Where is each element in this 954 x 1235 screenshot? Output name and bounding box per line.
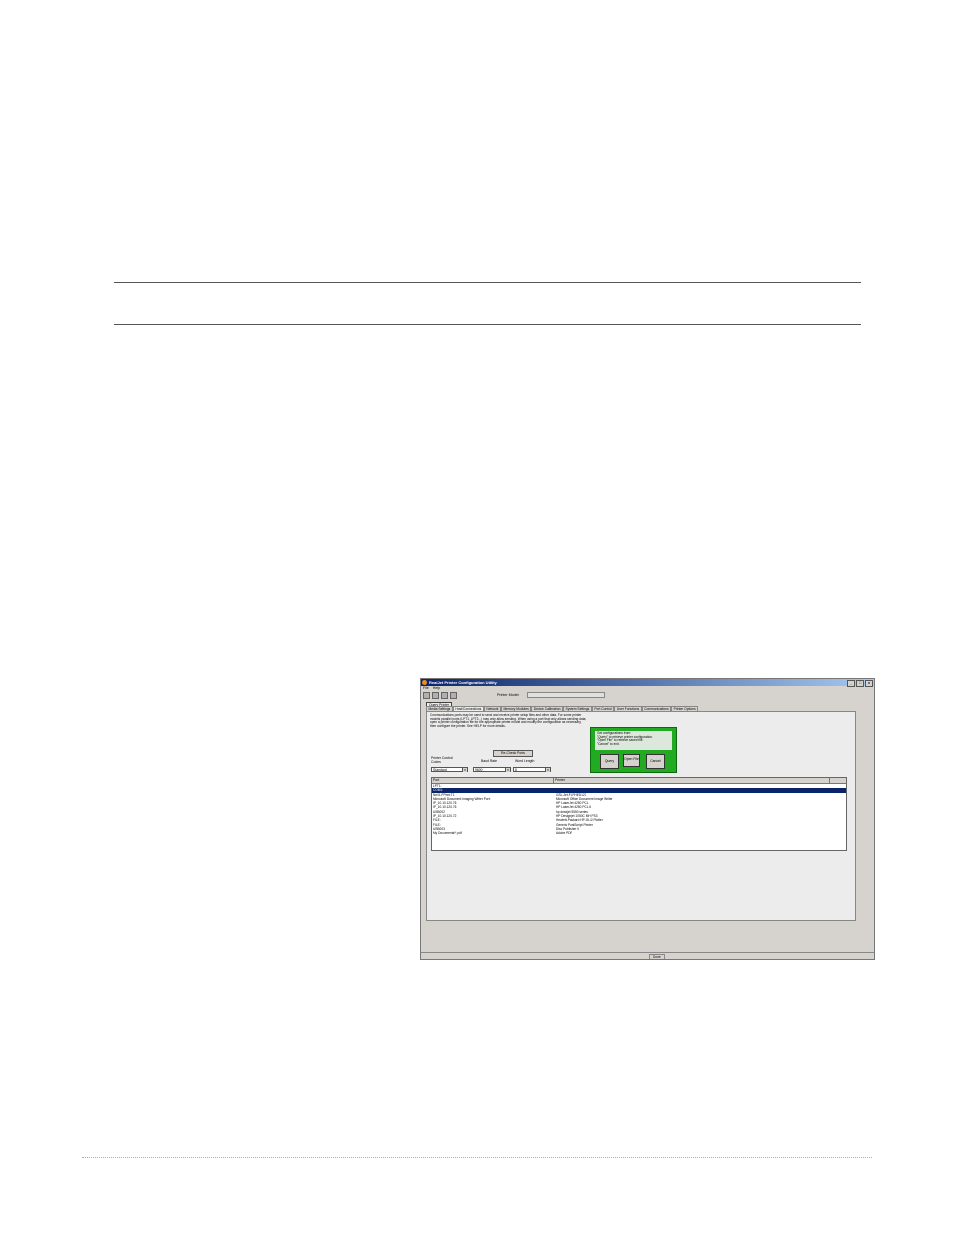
open-icon[interactable] [432, 692, 439, 699]
chevron-down-icon: ▾ [545, 768, 550, 773]
query-dialog: Get configurations from: "Query" to retr… [590, 727, 677, 773]
new-icon[interactable] [423, 692, 430, 699]
configuration-utility-screenshot: RealJet Printer Configuration Utility _ … [420, 678, 875, 960]
printer-control-codes-label: Printer Control Codes [431, 756, 453, 764]
column-header-printer[interactable]: Printer [554, 778, 830, 783]
host-connections-panel: Communications ports may be used to send… [426, 711, 856, 921]
window-title: RealJet Printer Configuration Utility [429, 680, 497, 685]
open-file-button[interactable]: Open File [623, 754, 640, 767]
top-rule [114, 282, 861, 283]
bottom-rule [114, 324, 861, 325]
port-list-rows: LPT1: COM1: Ne01:FPrint:T1 GSL-Jet-Fl-FHE… [432, 784, 846, 836]
port-list[interactable]: Port Printer LPT1: COM1: Ne01:FPrint:T1 G… [431, 777, 847, 851]
print-icon[interactable] [450, 692, 457, 699]
minimize-button[interactable]: _ [847, 680, 855, 687]
word-length-label: Word Length [515, 759, 535, 763]
app-icon [422, 680, 427, 685]
toolbar [423, 692, 457, 699]
title-bar: RealJet Printer Configuration Utility _ … [421, 679, 874, 687]
chevron-down-icon: ▾ [505, 768, 510, 773]
status-text: Done [649, 954, 665, 959]
status-bar: Done [421, 952, 874, 959]
query-button[interactable]: Query [600, 754, 619, 769]
printer-control-codes-select[interactable]: Standard ▾ [431, 767, 468, 773]
menu-help[interactable]: Help [433, 686, 440, 691]
table-row[interactable]: My Documents\*.pdf Adobe PDF [432, 831, 846, 835]
close-button[interactable]: x [865, 680, 873, 687]
cancel-button[interactable]: Cancel [646, 754, 665, 769]
column-header-port[interactable]: Port [432, 778, 554, 783]
chevron-down-icon: ▾ [462, 768, 467, 773]
query-dialog-message: Get configurations from: "Query" to retr… [595, 731, 672, 750]
baud-rate-select[interactable]: 9600 ▾ [473, 767, 511, 773]
save-icon[interactable] [441, 692, 448, 699]
description-text: Communications ports may be used to send… [430, 713, 587, 728]
baud-rate-label: Baud Rate [481, 759, 498, 763]
printer-model-field [527, 692, 605, 698]
recheck-ports-button[interactable]: Re-Check Ports [493, 750, 533, 757]
printer-model-label: Printer Model: [497, 693, 520, 697]
word-length-select[interactable]: 8 ▾ [513, 767, 551, 773]
menu-file[interactable]: File [423, 686, 429, 691]
footer-rule [82, 1157, 872, 1158]
maximize-button[interactable]: □ [856, 680, 864, 687]
menu-bar: File Help [421, 686, 874, 691]
